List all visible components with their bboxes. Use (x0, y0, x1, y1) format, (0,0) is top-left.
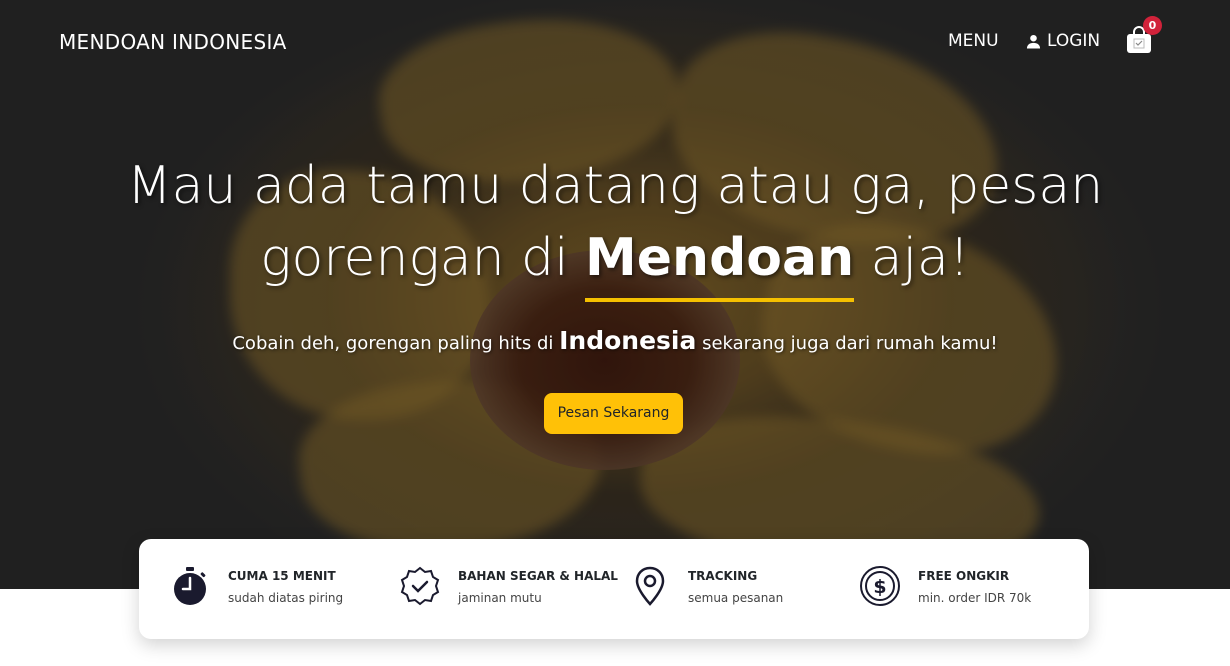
order-now-button[interactable]: Pesan Sekarang (544, 393, 683, 434)
feature-title: TRACKING (688, 569, 758, 583)
feature-title: BAHAN SEGAR & HALAL (458, 569, 618, 583)
hero-subtitle: Cobain deh, gorengan paling hits di Indo… (0, 326, 1230, 355)
headline-line-2-prefix: gorengan di (260, 228, 586, 288)
subtitle-highlight: Indonesia (559, 326, 697, 355)
navbar: MENDOAN INDONESIA MENU LOGIN 0 (0, 0, 1230, 84)
feature-title: CUMA 15 MENIT (228, 569, 336, 583)
hero-section (0, 0, 1230, 589)
feature-desc: sudah diatas piring (228, 591, 344, 605)
verified-badge-icon (400, 566, 440, 606)
map-pin-icon (635, 566, 665, 606)
hero-headline: Mau ada tamu datang atau ga, pesan goren… (0, 150, 1230, 302)
dollar-coin-icon: $ (860, 566, 900, 606)
subtitle-suffix: sekarang juga dari rumah kamu! (696, 333, 998, 354)
nav-login-link[interactable]: LOGIN (1026, 31, 1100, 51)
svg-text:$: $ (873, 576, 886, 598)
user-icon (1026, 34, 1041, 49)
feature-desc: min. order IDR 70k (918, 591, 1032, 605)
headline-brand-highlight: Mendoan (585, 222, 855, 302)
subtitle-prefix: Cobain deh, gorengan paling hits di (232, 333, 560, 354)
login-label: LOGIN (1047, 31, 1101, 51)
stopwatch-icon (174, 567, 206, 605)
nav-menu-link[interactable]: MENU (948, 31, 999, 51)
cart-count-badge: 0 (1143, 16, 1162, 35)
feature-title: FREE ONGKIR (918, 569, 1010, 583)
features-card: CUMA 15 MENIT sudah diatas piring BAHAN … (139, 539, 1089, 639)
headline-line-2-suffix: aja! (854, 228, 970, 288)
headline-line-1: Mau ada tamu datang atau ga, pesan (126, 156, 1104, 216)
feature-desc: jaminan mutu (458, 591, 542, 605)
brand-logo-link[interactable]: MENDOAN INDONESIA (59, 30, 287, 54)
feature-desc: semua pesanan (688, 591, 784, 605)
